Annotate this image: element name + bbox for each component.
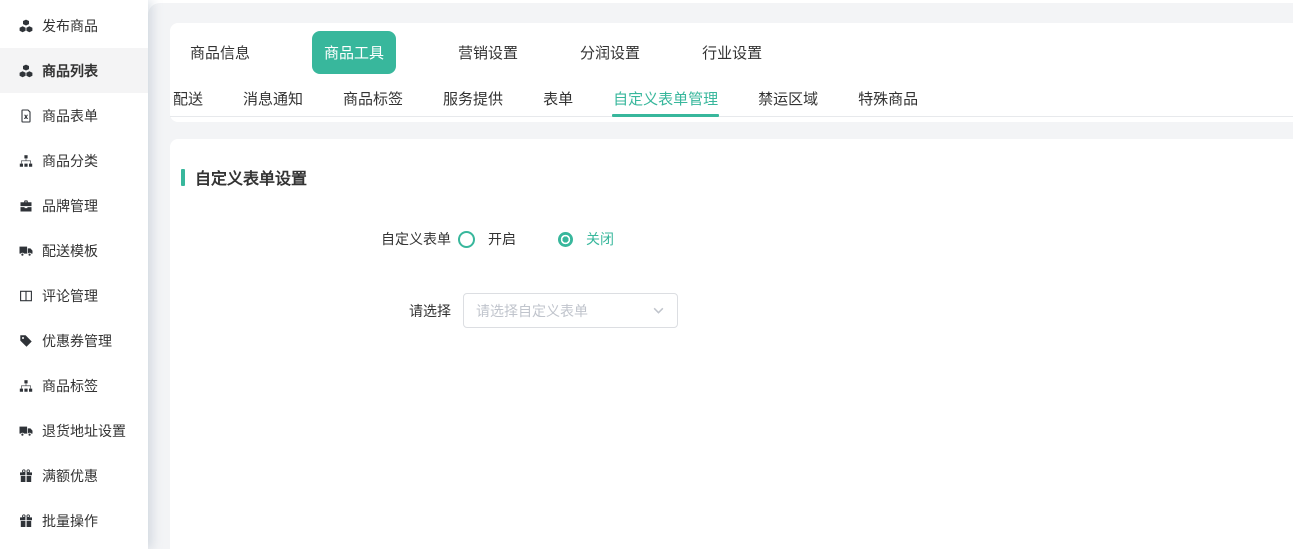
- cubes-icon: [18, 18, 33, 33]
- tag-icon: [18, 333, 33, 348]
- tab-goods-info[interactable]: 商品信息: [190, 42, 250, 63]
- columns-icon: [18, 288, 33, 303]
- sidebar-item-label: 优惠券管理: [42, 331, 112, 351]
- truck-icon: [18, 243, 33, 258]
- radio-button-icon: [458, 231, 475, 248]
- section-title: 自定义表单设置: [181, 165, 1293, 189]
- section-title-text: 自定义表单设置: [195, 165, 307, 189]
- custom-form-select[interactable]: 请选择自定义表单: [463, 293, 678, 328]
- subtab-embargo-area[interactable]: 禁运区域: [758, 81, 818, 116]
- sidebar-item-publish-goods[interactable]: 发布商品: [0, 3, 148, 48]
- sidebar-item-goods-form[interactable]: 商品表单: [0, 93, 148, 138]
- gift-icon: [18, 468, 33, 483]
- sidebar-item-label: 商品标签: [42, 376, 98, 396]
- select-label: 请选择: [170, 301, 451, 321]
- tab-profit-sharing-settings[interactable]: 分润设置: [580, 42, 640, 63]
- sidebar-item-review-management[interactable]: 评论管理: [0, 273, 148, 318]
- tab-marketing-settings[interactable]: 营销设置: [458, 42, 518, 63]
- sidebar-item-label: 商品分类: [42, 151, 98, 171]
- sitemap-icon: [18, 153, 33, 168]
- subtab-special-goods[interactable]: 特殊商品: [858, 81, 918, 116]
- custom-form-radio-group: 开启 关闭: [458, 229, 614, 249]
- custom-form-toggle-row: 自定义表单 开启 关闭: [170, 229, 1293, 249]
- sidebar-item-return-address-settings[interactable]: 退货地址设置: [0, 408, 148, 453]
- title-accent-bar: [181, 169, 185, 186]
- subtab-goods-tags[interactable]: 商品标签: [343, 81, 403, 116]
- sidebar-item-label: 商品表单: [42, 106, 98, 126]
- tab-industry-settings[interactable]: 行业设置: [702, 42, 762, 63]
- subtab-form[interactable]: 表单: [543, 81, 573, 116]
- tab-goods-tools[interactable]: 商品工具: [312, 31, 396, 74]
- sitemap-icon: [18, 378, 33, 393]
- primary-tab-bar: 商品信息 商品工具 营销设置 分润设置 行业设置: [170, 23, 1293, 81]
- sidebar-item-label: 批量操作: [42, 511, 98, 531]
- sidebar-item-coupon-management[interactable]: 优惠券管理: [0, 318, 148, 363]
- file-excel-icon: [18, 108, 33, 123]
- custom-form-settings-card: 自定义表单设置 自定义表单 开启 关闭 请选择: [170, 139, 1293, 549]
- radio-button-icon: [558, 232, 573, 247]
- sidebar-item-goods-category[interactable]: 商品分类: [0, 138, 148, 183]
- subtab-message-notification[interactable]: 消息通知: [243, 81, 303, 116]
- custom-form-select-row: 请选择 请选择自定义表单: [170, 293, 1293, 328]
- secondary-tab-bar: 配送 消息通知 商品标签 服务提供 表单 自定义表单管理 禁运区域 特殊商品: [170, 81, 1293, 117]
- subtab-delivery[interactable]: 配送: [173, 81, 203, 116]
- cubes-icon: [18, 63, 33, 78]
- select-placeholder-text: 请选择自定义表单: [476, 301, 588, 321]
- sidebar-item-goods-list[interactable]: 商品列表: [0, 48, 148, 93]
- app-root: 发布商品 商品列表 商品表单 商品分类 品牌管理 配送模板 评论管理: [0, 0, 1293, 549]
- sidebar-item-label: 品牌管理: [42, 196, 98, 216]
- main-content-area: 商品信息 商品工具 营销设置 分润设置 行业设置 配送 消息通知 商品标签 服务…: [148, 3, 1293, 549]
- radio-option-on[interactable]: 开启: [458, 229, 516, 249]
- sidebar: 发布商品 商品列表 商品表单 商品分类 品牌管理 配送模板 评论管理: [0, 0, 148, 549]
- briefcase-icon: [18, 198, 33, 213]
- custom-form-label: 自定义表单: [170, 229, 451, 249]
- radio-label: 关闭: [586, 229, 614, 249]
- sidebar-item-batch-operations[interactable]: 批量操作: [0, 498, 148, 543]
- sidebar-item-label: 退货地址设置: [42, 421, 126, 441]
- sidebar-item-label: 配送模板: [42, 241, 98, 261]
- sidebar-item-label: 发布商品: [42, 16, 98, 36]
- sidebar-item-goods-tags[interactable]: 商品标签: [0, 363, 148, 408]
- truck-icon: [18, 423, 33, 438]
- sidebar-item-full-discount[interactable]: 满额优惠: [0, 453, 148, 498]
- sidebar-item-label: 商品列表: [42, 61, 98, 81]
- tabs-card: 商品信息 商品工具 营销设置 分润设置 行业设置 配送 消息通知 商品标签 服务…: [170, 23, 1293, 122]
- sidebar-item-brand-management[interactable]: 品牌管理: [0, 183, 148, 228]
- radio-label: 开启: [488, 229, 516, 249]
- sidebar-item-delivery-template[interactable]: 配送模板: [0, 228, 148, 273]
- sidebar-item-label: 满额优惠: [42, 466, 98, 486]
- sidebar-item-label: 评论管理: [42, 286, 98, 306]
- radio-option-off[interactable]: 关闭: [558, 229, 614, 249]
- subtab-service-provision[interactable]: 服务提供: [443, 81, 503, 116]
- subtab-custom-form-management[interactable]: 自定义表单管理: [613, 81, 718, 116]
- chevron-down-icon: [652, 304, 665, 317]
- gift-icon: [18, 513, 33, 528]
